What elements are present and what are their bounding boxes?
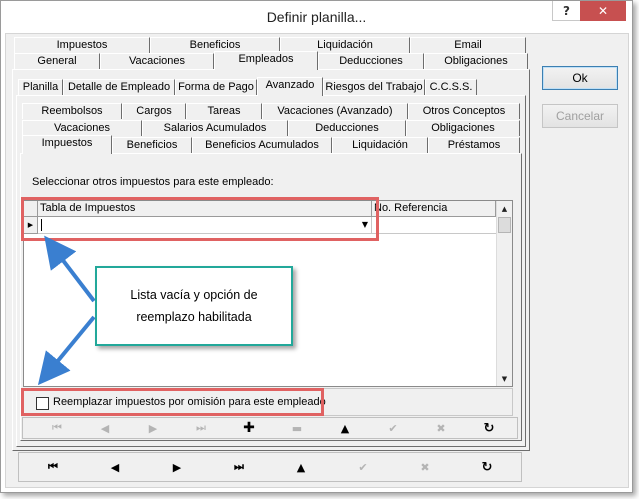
callout-line-2: reemplazo habilitada — [136, 310, 252, 324]
callout-line-1: Lista vacía y opción de — [130, 288, 258, 302]
dialog-window: Definir planilla... ? ✕ Ok Cancelar Impu… — [0, 0, 633, 493]
annotation-callout: Lista vacía y opción de reemplazo habili… — [95, 266, 293, 346]
tab-impuestos-adv[interactable]: Impuestos — [22, 135, 112, 154]
tab-avanzado[interactable]: Avanzado — [257, 77, 323, 96]
arrow-to-checkbox-icon — [37, 315, 96, 386]
tab-empleados[interactable]: Empleados — [214, 51, 318, 70]
annotation-arrows — [37, 235, 96, 386]
arrow-to-grid-icon — [44, 235, 96, 303]
